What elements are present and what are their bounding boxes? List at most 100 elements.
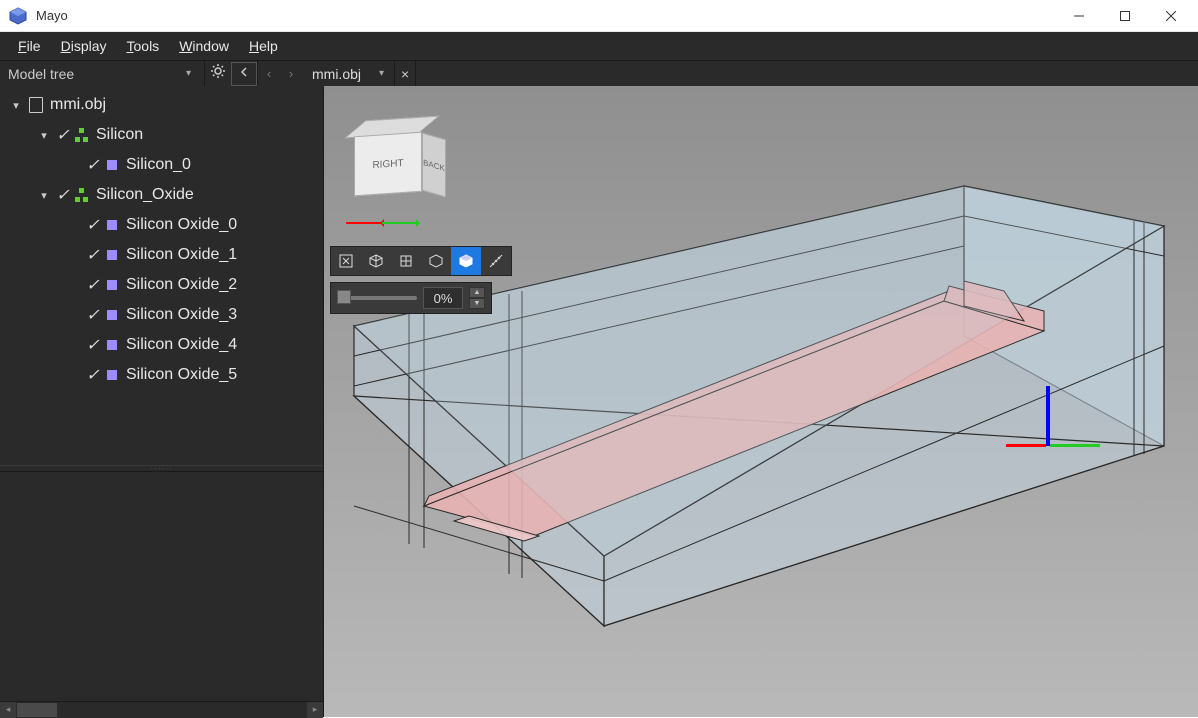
document-tab-host: ‹ › mmi.obj ▾ × [258, 61, 1198, 86]
mesh-icon [102, 370, 122, 380]
tab-dropdown-icon[interactable]: ▾ [379, 68, 384, 79]
axis-z-icon [1046, 386, 1050, 446]
app-title: Mayo [36, 8, 1056, 23]
tree-row-mesh[interactable]: ✓ Silicon_0 [0, 150, 323, 180]
navcube-side-face[interactable]: BACK [422, 133, 446, 198]
group-icon [72, 128, 92, 142]
toolbar-row: Model tree ▾ ‹ › mmi.obj ▾ × [0, 60, 1198, 86]
check-icon[interactable]: ✓ [84, 365, 102, 385]
navigation-cube[interactable]: RIGHT BACK [344, 114, 454, 234]
menu-help[interactable]: Help [239, 34, 288, 58]
explode-spinner[interactable]: ▲ ▼ [469, 287, 485, 309]
check-icon[interactable]: ✓ [84, 245, 102, 265]
view-toolbar [330, 246, 512, 276]
mesh-icon [102, 310, 122, 320]
tree-label: Silicon_Oxide [92, 186, 194, 204]
tree-label: mmi.obj [46, 96, 106, 114]
panel-dropdown-icon[interactable]: ▾ [186, 68, 196, 79]
viewport-3d[interactable]: RIGHT BACK 0% ▲ ▼ [324, 86, 1198, 717]
scroll-left-button[interactable]: ◂ [0, 702, 16, 718]
group-icon [72, 188, 92, 202]
window-minimize-button[interactable] [1056, 0, 1102, 32]
menu-file[interactable]: File [8, 34, 51, 58]
menubar: File Display Tools Window Help [0, 32, 1198, 60]
explode-slider-panel: 0% ▲ ▼ [330, 282, 492, 314]
tree-row-group[interactable]: ▾ ✓ Silicon_Oxide [0, 180, 323, 210]
tab-next-button[interactable]: › [280, 66, 302, 81]
navcube-front-face[interactable]: RIGHT [354, 132, 422, 197]
check-icon[interactable]: ✓ [54, 185, 72, 205]
horizontal-scrollbar[interactable]: ◂ ▸ [0, 701, 323, 717]
tree-label: Silicon Oxide_2 [122, 276, 237, 294]
collapse-panel-button[interactable] [231, 62, 257, 86]
mesh-icon [102, 250, 122, 260]
tree-row-mesh[interactable]: ✓ Silicon Oxide_2 [0, 270, 323, 300]
axis-y-icon [1050, 444, 1100, 447]
check-icon[interactable]: ✓ [54, 125, 72, 145]
window-close-button[interactable] [1148, 0, 1194, 32]
tree-row-file[interactable]: ▾ mmi.obj [0, 90, 323, 120]
check-icon[interactable]: ✓ [84, 335, 102, 355]
close-icon: × [401, 66, 409, 82]
tree-row-mesh[interactable]: ✓ Silicon Oxide_3 [0, 300, 323, 330]
tree-row-mesh[interactable]: ✓ Silicon Oxide_4 [0, 330, 323, 360]
model-tree: ▾ mmi.obj ▾ ✓ Silicon ✓ Silicon_0 ▾ ✓ Si… [0, 86, 323, 465]
slider-thumb[interactable] [337, 290, 351, 304]
tree-row-group[interactable]: ▾ ✓ Silicon [0, 120, 323, 150]
settings-button[interactable] [205, 62, 231, 86]
file-icon [26, 97, 46, 113]
measure-button[interactable] [481, 247, 511, 275]
arrow-left-icon [238, 65, 250, 83]
explode-slider[interactable] [337, 296, 417, 300]
menu-tools[interactable]: Tools [117, 34, 170, 58]
gear-icon [210, 63, 226, 84]
model-render [324, 86, 1198, 717]
spin-up-button[interactable]: ▲ [469, 287, 485, 298]
check-icon[interactable]: ✓ [84, 155, 102, 175]
scroll-right-button[interactable]: ▸ [307, 702, 323, 718]
properties-panel [0, 471, 323, 701]
tree-row-mesh[interactable]: ✓ Silicon Oxide_5 [0, 360, 323, 390]
explode-percent-display: 0% [423, 287, 463, 309]
tab-close-button[interactable]: × [394, 61, 416, 86]
expand-icon[interactable]: ▾ [6, 99, 26, 112]
tree-label: Silicon [92, 126, 143, 144]
spin-down-button[interactable]: ▼ [469, 298, 485, 309]
window-titlebar: Mayo [0, 0, 1198, 32]
tree-row-mesh[interactable]: ✓ Silicon Oxide_1 [0, 240, 323, 270]
expand-icon[interactable]: ▾ [34, 129, 54, 142]
tree-label: Silicon Oxide_4 [122, 336, 237, 354]
scroll-thumb[interactable] [17, 703, 57, 717]
model-tree-title: Model tree [8, 66, 74, 82]
shaded-view-button[interactable] [451, 247, 481, 275]
app-icon [8, 6, 28, 26]
window-maximize-button[interactable] [1102, 0, 1148, 32]
check-icon[interactable]: ✓ [84, 305, 102, 325]
mesh-icon [102, 160, 122, 170]
tree-label: Silicon Oxide_1 [122, 246, 237, 264]
menu-display[interactable]: Display [51, 34, 117, 58]
check-icon[interactable]: ✓ [84, 275, 102, 295]
wireframe-view-button[interactable] [421, 247, 451, 275]
document-tab-label: mmi.obj [312, 66, 361, 82]
check-icon[interactable]: ✓ [84, 215, 102, 235]
tree-label: Silicon Oxide_3 [122, 306, 237, 324]
navcube-axis-y-icon [382, 222, 418, 224]
tab-prev-button[interactable]: ‹ [258, 66, 280, 81]
menu-window[interactable]: Window [169, 34, 239, 58]
document-tab[interactable]: mmi.obj ▾ [302, 66, 394, 82]
model-tree-panel-header: Model tree ▾ [0, 61, 205, 86]
fit-view-button[interactable] [331, 247, 361, 275]
mesh-icon [102, 280, 122, 290]
mesh-icon [102, 220, 122, 230]
expand-icon[interactable]: ▾ [34, 189, 54, 202]
tree-label: Silicon Oxide_0 [122, 216, 237, 234]
iso-view-button[interactable] [361, 247, 391, 275]
grid-view-button[interactable] [391, 247, 421, 275]
tree-label: Silicon_0 [122, 156, 191, 174]
navcube-axis-x-icon [346, 222, 382, 224]
tree-row-mesh[interactable]: ✓ Silicon Oxide_0 [0, 210, 323, 240]
sidebar: ▾ mmi.obj ▾ ✓ Silicon ✓ Silicon_0 ▾ ✓ Si… [0, 86, 324, 717]
tree-label: Silicon Oxide_5 [122, 366, 237, 384]
mesh-icon [102, 340, 122, 350]
